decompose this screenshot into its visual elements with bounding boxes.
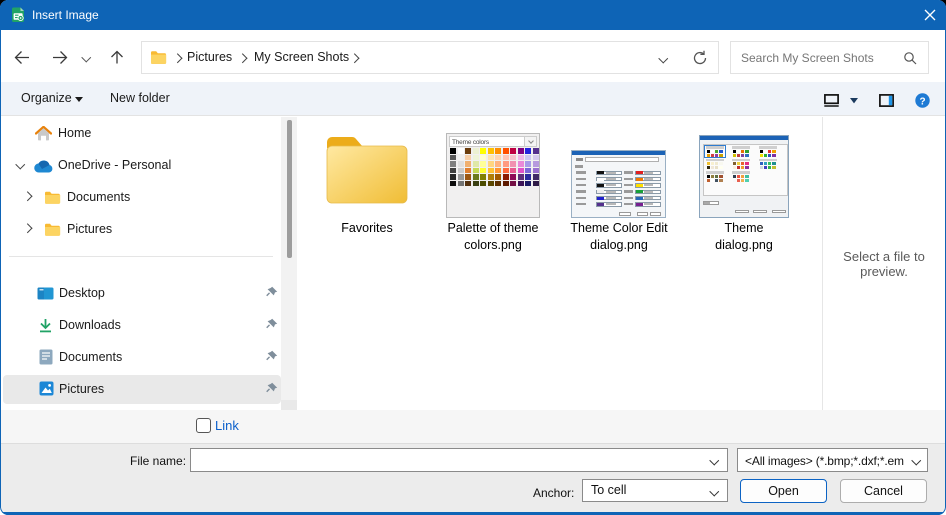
- svg-text:?: ?: [919, 96, 925, 107]
